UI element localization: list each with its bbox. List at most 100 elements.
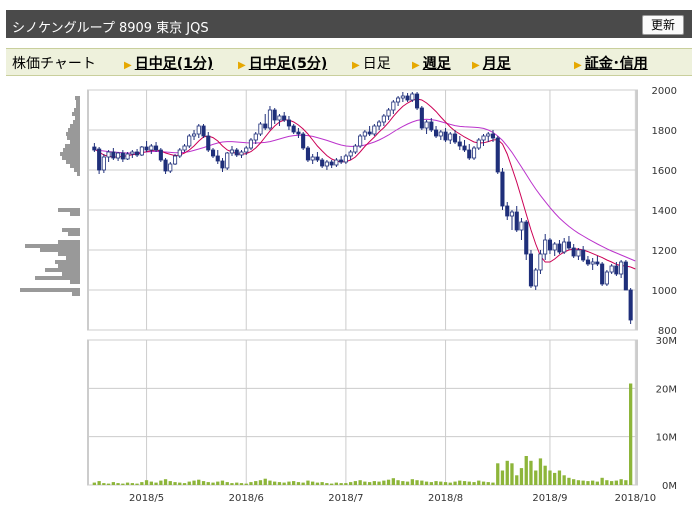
volume-bar bbox=[249, 482, 253, 485]
tab-5[interactable]: ▶ 月足 bbox=[472, 53, 511, 73]
candle-body bbox=[182, 145, 187, 151]
volume-axis-labels: 30M 20M 10M 0M bbox=[656, 336, 677, 492]
candle-body bbox=[514, 211, 519, 231]
volume-bar bbox=[595, 481, 599, 485]
candle-body bbox=[244, 147, 249, 153]
refresh-button[interactable]: 更新 bbox=[642, 15, 684, 35]
tab-label: 株価チャート bbox=[12, 56, 96, 72]
candle-body bbox=[291, 125, 296, 133]
candle-body bbox=[258, 123, 263, 135]
volume-bar bbox=[557, 470, 562, 485]
tab-4[interactable]: ▶ 週足 bbox=[412, 53, 451, 73]
price-profile-bar bbox=[66, 132, 80, 136]
candle-body bbox=[429, 121, 434, 131]
candle-body bbox=[101, 156, 106, 171]
price-profile-bar bbox=[58, 264, 80, 268]
candle-body bbox=[168, 163, 173, 172]
candle-body bbox=[571, 247, 576, 257]
volume-bar bbox=[121, 483, 125, 485]
volume-bar bbox=[386, 479, 391, 485]
price-profile-bar bbox=[73, 120, 80, 124]
candle-body bbox=[619, 261, 624, 275]
volume-bar bbox=[629, 383, 633, 485]
volume-bar bbox=[505, 460, 509, 485]
tab-6[interactable]: ▶ 証金･信用 bbox=[574, 53, 648, 73]
volume-bar bbox=[405, 481, 410, 485]
date-tick-label: 2018/6 bbox=[229, 493, 264, 504]
volume-bar bbox=[282, 482, 286, 485]
candle-body bbox=[452, 133, 458, 143]
candle-body bbox=[277, 115, 282, 121]
candle-body bbox=[543, 239, 548, 255]
candle-body bbox=[552, 243, 557, 251]
date-tick-label: 2018/10 bbox=[615, 493, 657, 504]
volume-tick-label: 30M bbox=[656, 336, 677, 347]
candle-body bbox=[500, 171, 505, 207]
volume-bar bbox=[116, 483, 120, 485]
volume-bar bbox=[467, 481, 471, 485]
volume-bar bbox=[396, 480, 400, 485]
volume-bar bbox=[330, 483, 334, 485]
candle-body bbox=[343, 155, 348, 163]
candle-body bbox=[267, 109, 272, 129]
tab-label: 日中足(1分) bbox=[134, 56, 214, 72]
volume-bar bbox=[368, 482, 372, 485]
volume-bar bbox=[534, 470, 538, 485]
volume-bar bbox=[92, 482, 96, 485]
candle-body bbox=[248, 139, 254, 149]
volume-bar bbox=[519, 468, 524, 485]
tab-1[interactable]: ▶ 日中足(1分) bbox=[124, 53, 213, 73]
volume-bar bbox=[311, 481, 315, 485]
volume-bar bbox=[548, 470, 552, 485]
candle-body bbox=[595, 261, 600, 265]
candle-body bbox=[614, 265, 619, 275]
header-bar: シノケングループ 8909 東京 JQS 更新 bbox=[6, 10, 692, 38]
candle-body bbox=[305, 147, 310, 161]
candle-body bbox=[462, 145, 467, 151]
tab-2[interactable]: ▶ 日中足(5分) bbox=[238, 53, 327, 73]
candle-body bbox=[310, 156, 315, 161]
candle-body bbox=[410, 93, 415, 101]
volume-bar bbox=[306, 480, 310, 485]
volume-bar bbox=[496, 463, 500, 486]
candle-body bbox=[362, 131, 367, 137]
volume-bar bbox=[382, 480, 386, 485]
candle-body bbox=[134, 151, 140, 156]
volume-bar bbox=[363, 481, 367, 485]
volume-bar bbox=[529, 460, 533, 485]
price-tick-label: 1400 bbox=[652, 206, 677, 217]
volume-tick-label: 0M bbox=[662, 481, 677, 492]
volume-bar bbox=[211, 482, 215, 485]
volume-bar bbox=[216, 481, 220, 485]
volume-bar bbox=[581, 480, 585, 485]
price-profile-bar bbox=[55, 260, 80, 264]
candle-body bbox=[196, 125, 201, 135]
volume-bar bbox=[159, 480, 163, 485]
candle-body bbox=[590, 261, 595, 265]
candle-body bbox=[533, 269, 538, 287]
price-profile-bar bbox=[60, 152, 80, 156]
candle-body bbox=[400, 95, 405, 99]
tab-label: 日足 bbox=[362, 56, 391, 72]
volume-bar bbox=[206, 482, 210, 485]
price-profile-bar bbox=[75, 116, 80, 120]
volume-bar bbox=[420, 480, 424, 485]
price-profile-bar bbox=[62, 272, 80, 276]
page-title: シノケングループ 8909 東京 JQS bbox=[12, 21, 209, 36]
candle-body bbox=[471, 147, 477, 159]
price-profile-bar bbox=[74, 168, 80, 172]
candle-body bbox=[576, 249, 581, 257]
candle-body bbox=[547, 239, 552, 251]
candle-body bbox=[187, 135, 192, 147]
candle-body bbox=[239, 151, 244, 156]
price-profile-bar bbox=[66, 256, 80, 260]
candle-body bbox=[282, 115, 287, 121]
candle-body bbox=[405, 95, 410, 101]
candle-body bbox=[158, 149, 163, 161]
volume-bar bbox=[524, 456, 528, 485]
tab-3: ▶ 日足 bbox=[352, 53, 391, 73]
candle-body bbox=[229, 149, 235, 154]
candle-body bbox=[139, 146, 144, 156]
price-profile-bar bbox=[76, 104, 80, 108]
volume-bar bbox=[619, 479, 623, 485]
